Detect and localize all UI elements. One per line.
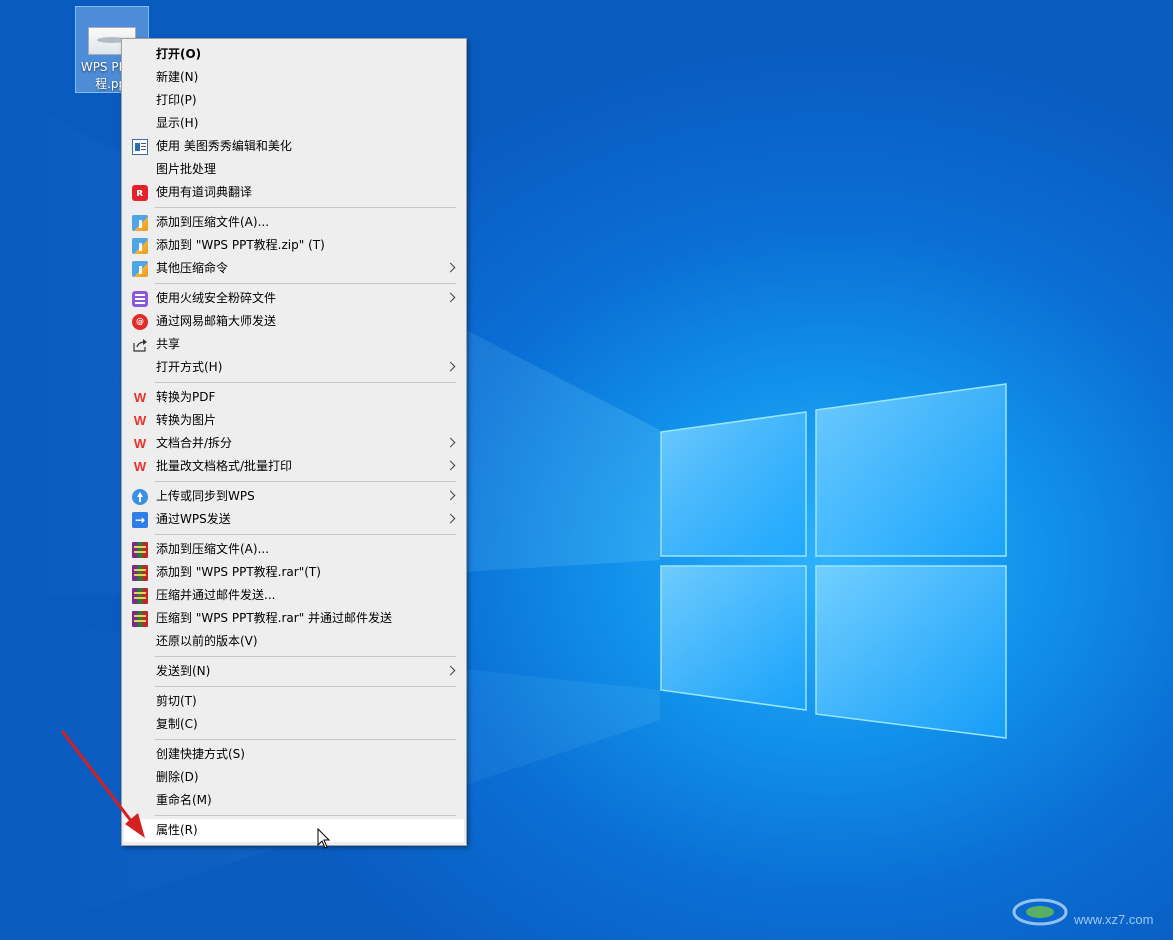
watermark: www.xz7.com bbox=[1010, 888, 1170, 932]
annotation-arrow bbox=[60, 730, 145, 838]
mouse-cursor-icon bbox=[317, 828, 331, 849]
watermark-text: www.xz7.com bbox=[1074, 912, 1154, 927]
watermark-logo-icon bbox=[1012, 898, 1068, 926]
